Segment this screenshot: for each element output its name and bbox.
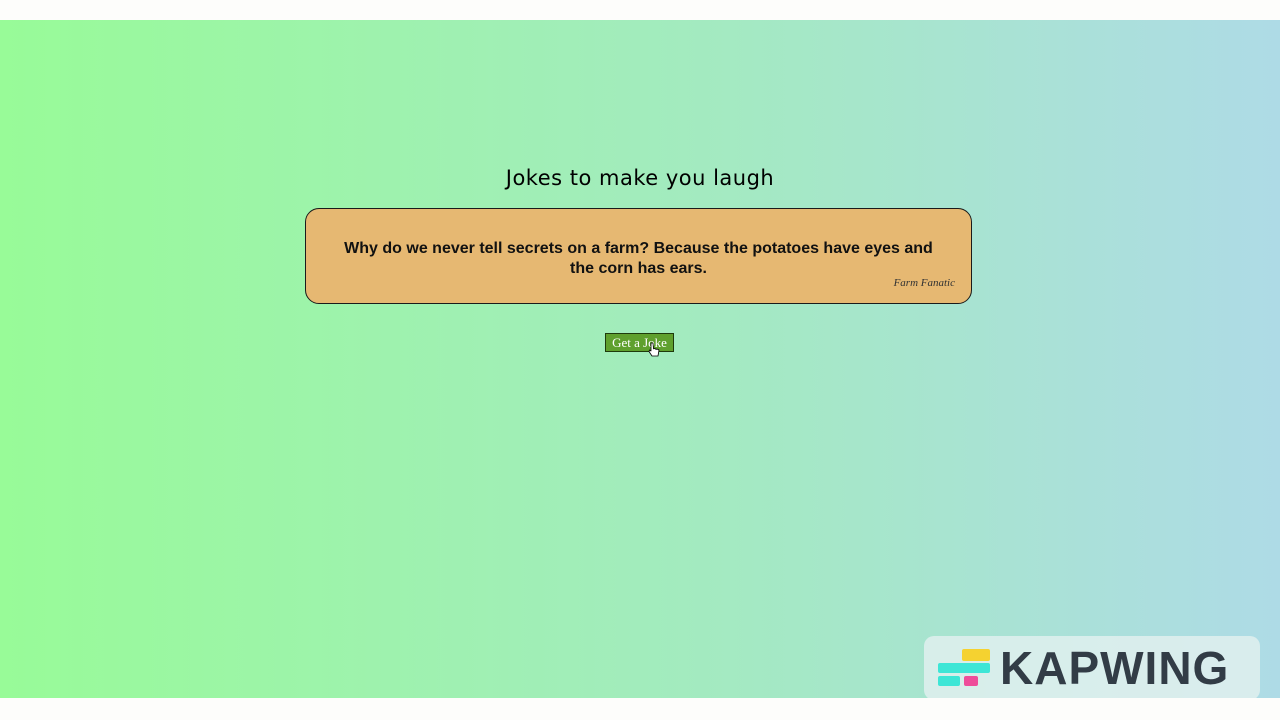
- pointer-hand-icon: [648, 342, 660, 357]
- watermark-text: KAPWING: [1000, 642, 1230, 694]
- page-viewport: Jokes to make you laugh Why do we never …: [0, 20, 1280, 700]
- kapwing-watermark: KAPWING: [924, 636, 1260, 700]
- joke-card: Why do we never tell secrets on a farm? …: [305, 208, 972, 304]
- bottom-margin: [0, 698, 1280, 720]
- joke-text: Why do we never tell secrets on a farm? …: [344, 240, 933, 277]
- kapwing-logo-icon: [938, 649, 990, 686]
- get-joke-button[interactable]: Get a Joke: [605, 333, 674, 352]
- joke-author: Farm Fanatic: [893, 277, 955, 289]
- top-margin: [0, 0, 1280, 20]
- page-title: Jokes to make you laugh: [505, 166, 775, 190]
